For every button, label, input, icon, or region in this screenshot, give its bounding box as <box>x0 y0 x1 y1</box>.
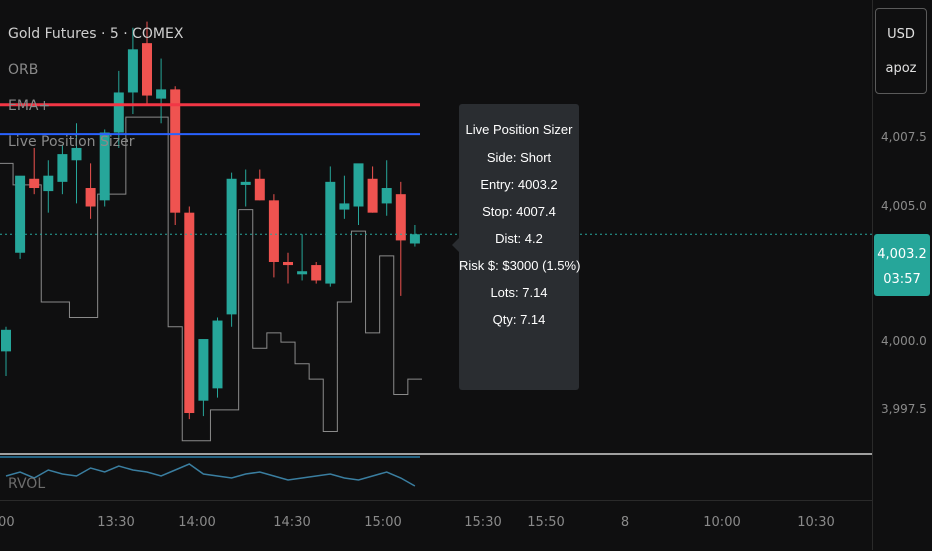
chart-area[interactable]: Gold Futures · 5 · COMEX ORB EMA+ Live P… <box>0 0 872 550</box>
price-tick: 4,005.0 <box>881 199 927 213</box>
candle-body <box>325 181 336 284</box>
sizer-stop: Stop: 4007.4 <box>482 204 556 219</box>
candle-body <box>297 271 308 275</box>
indicator-ema[interactable]: EMA+ <box>8 98 50 114</box>
last-price-value: 4,003.2 <box>877 247 927 262</box>
candle-body <box>15 175 26 253</box>
time-tick: 13:30 <box>97 515 135 530</box>
sizer-lots: Lots: 7.14 <box>490 285 548 300</box>
time-tick: 14:30 <box>273 515 311 530</box>
time-tick: 15:50 <box>527 515 565 530</box>
indicator-rvol[interactable]: RVOL <box>8 476 45 492</box>
time-tick: 3:00 <box>0 515 15 530</box>
sizer-title: Live Position Sizer <box>465 122 573 137</box>
sizer-dist: Dist: 4.2 <box>495 231 543 246</box>
price-tick: 3,997.5 <box>881 402 927 416</box>
currency-unit-button[interactable]: USD apoz <box>875 8 927 94</box>
candle-body <box>240 181 251 185</box>
sizer-risk: Risk $: $3000 (1.5%) <box>459 258 581 273</box>
sizer-qty: Qty: 7.14 <box>492 312 546 327</box>
candle-body <box>353 163 364 207</box>
candle-body <box>311 265 322 281</box>
candle-body <box>85 188 96 207</box>
candle-body <box>113 92 124 133</box>
candle-body <box>156 89 167 99</box>
symbol-title[interactable]: Gold Futures · 5 · COMEX <box>8 26 183 42</box>
bar-countdown: 03:57 <box>883 272 921 287</box>
candle-body <box>283 261 293 266</box>
last-price-tag: 4,003.2 03:57 <box>874 234 930 296</box>
candle-body <box>142 43 152 96</box>
position-sizer-panel: Live Position Sizer Side: Short Entry: 4… <box>459 104 581 390</box>
candle-body <box>184 212 195 414</box>
time-tick: 15:00 <box>364 515 402 530</box>
candle-body <box>127 49 138 93</box>
time-tick: 10:30 <box>797 515 835 530</box>
candle-body <box>212 320 223 389</box>
time-tick: 10:00 <box>703 515 741 530</box>
sizer-side: Side: Short <box>486 150 552 165</box>
candle-body <box>29 178 40 189</box>
rvol-line <box>5 463 416 487</box>
indicator-orb[interactable]: ORB <box>8 62 38 78</box>
candle-body <box>395 194 406 241</box>
sizer-entry: Entry: 4003.2 <box>480 177 558 192</box>
candle-body <box>43 175 54 192</box>
candle-body <box>1 329 11 352</box>
candle-body <box>254 178 265 201</box>
candle-body <box>367 178 378 213</box>
time-axis[interactable]: 3:00 13:30 14:00 14:30 15:00 15:30 15:50… <box>0 500 872 551</box>
sizer-pointer <box>452 238 459 252</box>
price-tick: 4,000.0 <box>881 334 927 348</box>
time-tick: 15:30 <box>464 515 502 530</box>
candle-body <box>226 178 237 315</box>
candlestick-chart[interactable] <box>0 0 872 500</box>
candle-body <box>268 200 279 262</box>
time-tick: 8 <box>620 515 630 530</box>
indicator-position-sizer[interactable]: Live Position Sizer <box>8 134 135 150</box>
candle-body <box>381 188 392 204</box>
unit-label: apoz <box>885 61 917 76</box>
time-tick: 14:00 <box>178 515 216 530</box>
candle-body <box>339 203 350 210</box>
candle-body <box>170 89 181 213</box>
candle-body <box>198 339 209 401</box>
price-tick: 4,007.5 <box>881 130 927 144</box>
candle-body <box>409 234 420 244</box>
currency-label: USD <box>887 27 915 42</box>
candle-body <box>57 154 68 182</box>
